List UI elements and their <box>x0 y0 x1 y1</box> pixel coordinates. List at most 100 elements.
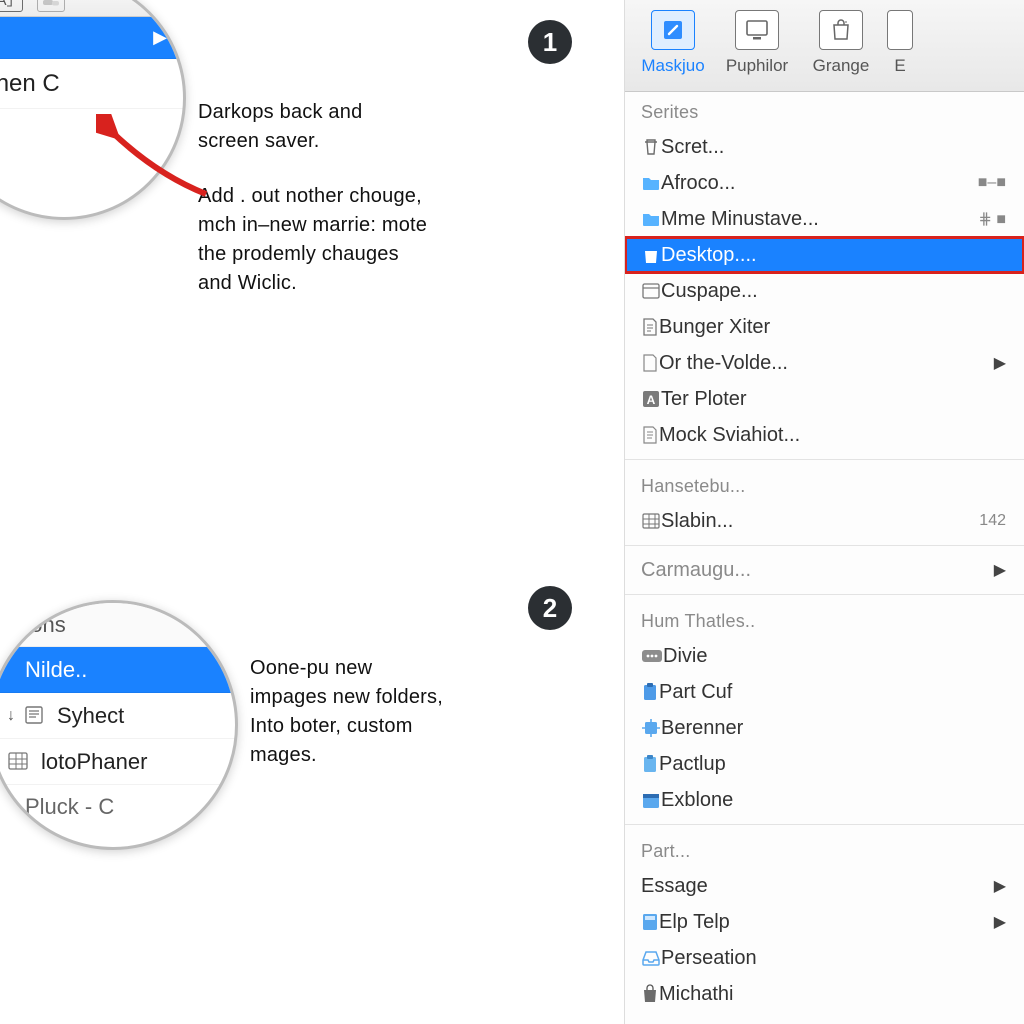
lens2-row-nilde[interactable]: Nilde.. <box>0 647 235 693</box>
lens2-row-syhect[interactable]: ↓ Syhect <box>0 693 235 739</box>
item-exblone[interactable]: Exblone <box>625 782 1024 818</box>
inbox-icon <box>641 949 661 967</box>
overflow-icon <box>887 10 913 50</box>
item-elptelp-label: Elp Telp <box>659 911 988 934</box>
item-afroco-label: Afroco... <box>661 172 978 195</box>
lens2-row-pluck-label: Pluck - C <box>25 794 114 820</box>
lens1-row-binnen[interactable]: Binnen C <box>0 59 183 109</box>
lens1-tabstrip: A」 <box>0 0 183 17</box>
item-desktop-label: Desktop.... <box>661 244 1006 267</box>
sort-arrow-icon: ↓ <box>7 707 15 725</box>
tab-overflow-label: E <box>885 56 915 76</box>
people-icon <box>37 0 65 12</box>
letter-a-icon: A <box>641 389 661 409</box>
clipboard-alt-icon <box>641 754 659 774</box>
item-perseation[interactable]: Perseation <box>625 940 1024 976</box>
item-slabin-meta: 142 <box>979 512 1006 530</box>
item-scret[interactable]: Scret... <box>625 129 1024 165</box>
item-perseation-label: Perseation <box>661 947 1006 970</box>
item-desktop[interactable]: Desktop.... <box>625 237 1024 273</box>
folder-icon <box>641 210 661 228</box>
group-part-label: Part... <box>625 831 1024 868</box>
item-divie[interactable]: Divie <box>625 638 1024 674</box>
item-exblone-label: Exblone <box>661 789 1006 812</box>
doc-icon <box>641 317 659 337</box>
item-berenner-label: Berenner <box>661 717 1006 740</box>
chevron-right-icon: ▶ <box>994 876 1006 896</box>
caption-2: Oone-pu new impages new folders, Into bo… <box>250 654 450 770</box>
chevron-right-icon: ▶ <box>994 353 1006 373</box>
folder-icon <box>641 174 661 192</box>
item-elptelp[interactable]: Elp Telp ▶ <box>625 904 1024 940</box>
lens2-row-pluck[interactable]: Pluck - C <box>0 785 235 829</box>
pencil-square-icon <box>651 10 695 50</box>
group-carmaugu[interactable]: Carmaugu... ▶ <box>625 552 1024 588</box>
item-mock-label: Mock Sviahiot... <box>659 424 1006 447</box>
item-michathi[interactable]: Michathi <box>625 976 1024 1012</box>
trash-icon <box>641 137 661 157</box>
lens1-row-pdil[interactable]: Pdil ▶ <box>0 17 183 59</box>
divider <box>625 459 1024 460</box>
step-badge-2: 2 <box>528 586 572 630</box>
item-afroco[interactable]: Afroco... ■–■ <box>625 165 1024 201</box>
lens2-row-nilde-label: Nilde.. <box>25 657 87 683</box>
item-partcuf[interactable]: Part Cuf <box>625 674 1024 710</box>
lens2-header: ations <box>0 603 235 647</box>
group-hansetebu-label: Hansetebu... <box>625 466 1024 503</box>
item-orthe[interactable]: Or the-Volde... ▶ <box>625 345 1024 381</box>
item-cuspape[interactable]: Cuspape... <box>625 273 1024 309</box>
page-lines-icon <box>641 425 659 445</box>
item-scret-label: Scret... <box>661 136 1006 159</box>
grid-icon <box>7 751 31 773</box>
lens2-row-lotophaner[interactable]: lotoPhaner <box>0 739 235 785</box>
item-slabin[interactable]: Slabin... 142 <box>625 503 1024 539</box>
item-bunger-label: Bunger Xiter <box>659 316 1006 339</box>
item-mock[interactable]: Mock Sviahiot... <box>625 417 1024 453</box>
item-mme-meta: ⋕ ■ <box>978 209 1006 229</box>
group-carmaugu-label: Carmaugu... <box>641 559 988 582</box>
panel-scroll[interactable]: Serites Scret... Afroco... ■–■ Mme Minus… <box>625 92 1024 1024</box>
text-icon: A」 <box>0 0 23 12</box>
clipboard-icon <box>641 682 659 702</box>
ellipsis-box-icon <box>641 648 663 664</box>
item-essage[interactable]: Essage ▶ <box>625 868 1024 904</box>
monitor-icon <box>735 10 779 50</box>
tab-grange[interactable]: Grange <box>801 10 881 76</box>
tab-overflow[interactable]: E <box>885 10 915 76</box>
item-bunger[interactable]: Bunger Xiter <box>625 309 1024 345</box>
item-afroco-meta: ■–■ <box>978 174 1006 192</box>
chevron-right-icon: ▶ <box>994 560 1006 580</box>
chevron-right-icon: ▶ <box>153 27 167 48</box>
lens2-row-syhect-label: Syhect <box>57 703 124 729</box>
tab-puphilor[interactable]: Puphilor <box>717 10 797 76</box>
item-mme-label: Mme Minustave... <box>661 208 978 231</box>
group-serites-label: Serites <box>625 92 1024 129</box>
window-icon <box>641 282 661 300</box>
page-icon <box>641 353 659 373</box>
lens1-row-el[interactable]: el <box>0 109 183 151</box>
sidebar-panel: Maskjuo Puphilor Grange E Serites Scret.… <box>624 0 1024 1024</box>
chip-icon <box>641 718 661 738</box>
tab-maskjuo-label: Maskjuo <box>633 56 713 76</box>
item-terploter[interactable]: A Ter Ploter <box>625 381 1024 417</box>
tab-maskjuo[interactable]: Maskjuo <box>633 10 713 76</box>
calendar-icon <box>641 790 661 810</box>
item-divie-label: Divie <box>663 645 1006 668</box>
shopping-bag-sparkle-icon <box>819 10 863 50</box>
item-cuspape-label: Cuspape... <box>661 280 1006 303</box>
magnifier-2: ations Nilde.. ↓ Syhect lotoPhaner Pluck… <box>0 600 238 850</box>
item-pactlup-label: Pactlup <box>659 753 1006 776</box>
doc-icon <box>23 705 47 727</box>
caption-1a: Darkops back and screen saver. <box>198 98 408 156</box>
divider <box>625 824 1024 825</box>
item-berenner[interactable]: Berenner <box>625 710 1024 746</box>
divider <box>625 545 1024 546</box>
item-mme[interactable]: Mme Minustave... ⋕ ■ <box>625 201 1024 237</box>
item-pactlup[interactable]: Pactlup <box>625 746 1024 782</box>
lens2-header-label: ations <box>7 612 66 638</box>
chevron-right-icon: ▶ <box>994 912 1006 932</box>
svg-text:A: A <box>647 393 656 407</box>
calculator-icon <box>641 912 659 932</box>
caption-1b: Add . out nother chouge, mch in–new marr… <box>198 182 428 298</box>
divider <box>625 594 1024 595</box>
